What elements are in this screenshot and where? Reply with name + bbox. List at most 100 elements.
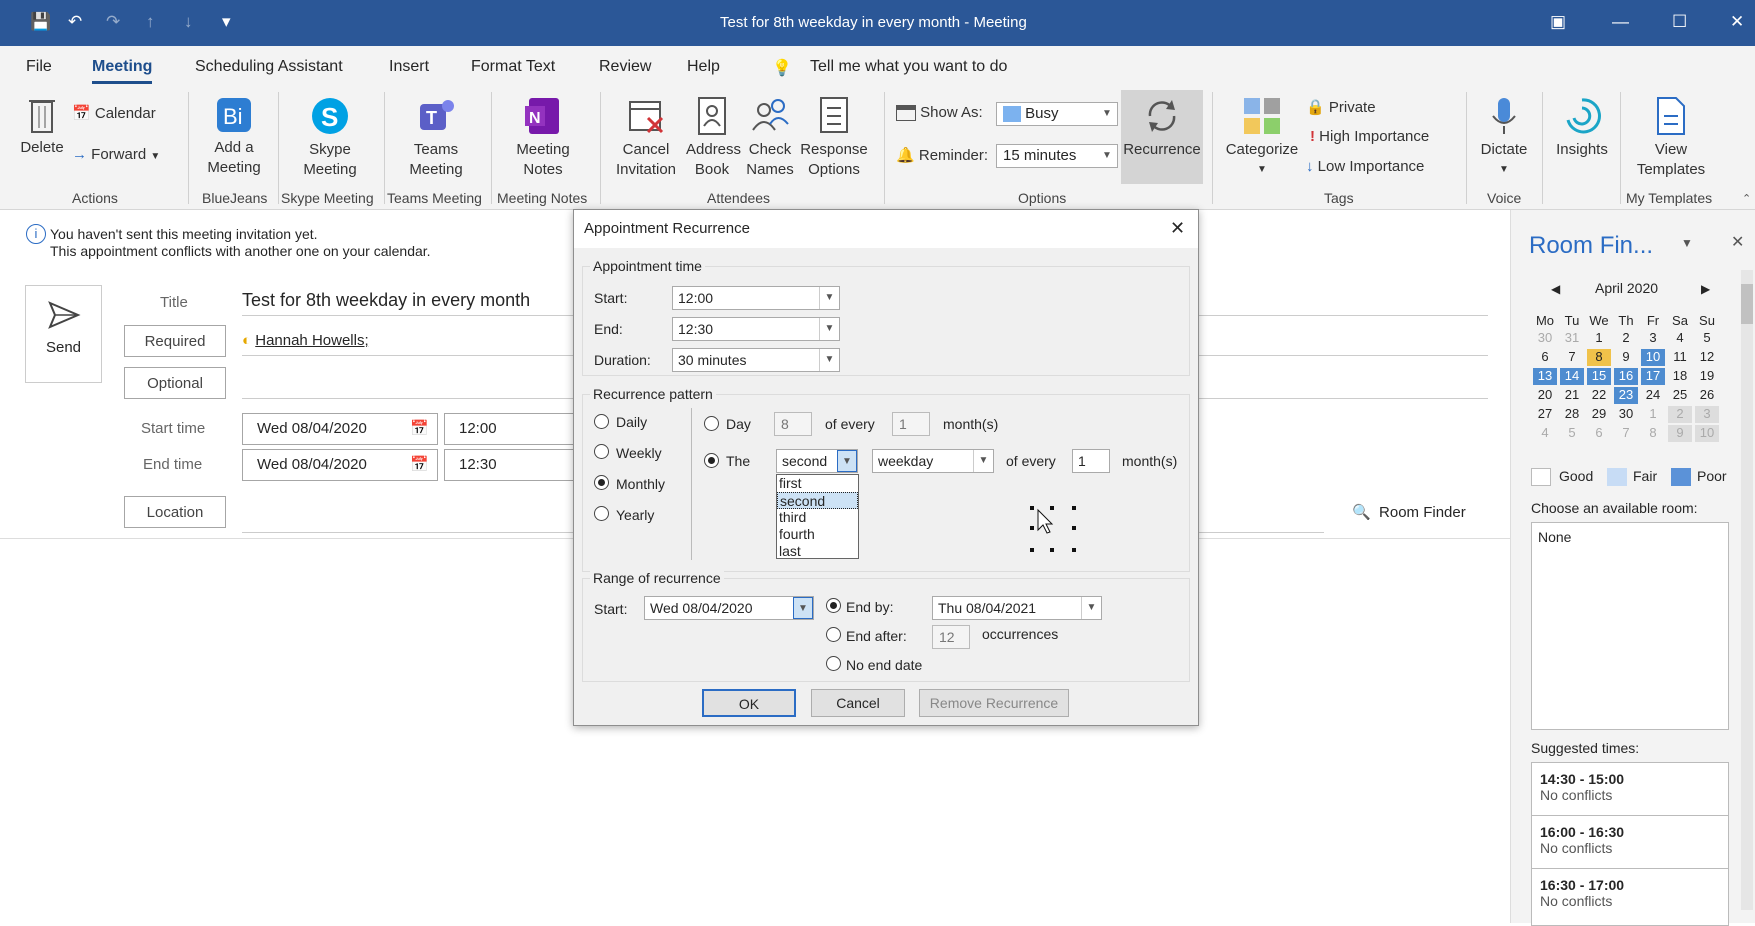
ordinal-select[interactable]: second ▼: [776, 449, 858, 473]
calendar-day[interactable]: 5: [1695, 330, 1719, 347]
up-icon[interactable]: ↑: [146, 12, 155, 32]
save-icon[interactable]: 💾: [30, 12, 51, 32]
chevron-down-icon[interactable]: ▼: [1081, 597, 1101, 619]
undo-icon[interactable]: ↶: [68, 12, 82, 32]
recurrence-button[interactable]: Recurrence: [1121, 90, 1203, 184]
room-list[interactable]: None: [1531, 522, 1729, 730]
calendar-day[interactable]: 4: [1668, 330, 1692, 347]
ribbon-display-icon[interactable]: ▣: [1550, 12, 1566, 32]
start-date-field[interactable]: Wed 08/04/2020 📅: [242, 413, 438, 445]
calendar-day[interactable]: 16: [1614, 368, 1638, 385]
calendar-day[interactable]: 8: [1641, 425, 1665, 442]
reminder-select[interactable]: 15 minutes ▼: [996, 144, 1118, 168]
end-time-combo[interactable]: 12:30 ▼: [672, 317, 840, 341]
forward-button[interactable]: → Forward ▼: [72, 146, 160, 163]
minimize-icon[interactable]: —: [1612, 12, 1629, 32]
ok-button[interactable]: OK: [702, 689, 796, 717]
end-by-combo[interactable]: Thu 08/04/2021 ▼: [932, 596, 1102, 620]
monthly-radio[interactable]: [594, 475, 609, 490]
calendar-day[interactable]: 28: [1560, 406, 1584, 423]
no-end-radio[interactable]: [826, 656, 841, 671]
calendar-day[interactable]: 10: [1641, 349, 1665, 366]
weekday-select[interactable]: weekday ▼: [872, 449, 994, 473]
response-options-button[interactable]: Response Options: [798, 96, 870, 180]
calendar-day[interactable]: 6: [1587, 425, 1611, 442]
calendar-button[interactable]: 📅 Calendar: [72, 104, 156, 122]
every-month-field[interactable]: 1: [892, 412, 930, 436]
collapse-ribbon-icon[interactable]: ⌃: [1742, 192, 1751, 205]
calendar-day[interactable]: 23: [1614, 387, 1638, 404]
ordinal-option-selected[interactable]: second: [777, 492, 858, 509]
ordinal-option[interactable]: third: [777, 509, 858, 526]
insights-button[interactable]: Insights: [1550, 96, 1614, 160]
start-time-combo[interactable]: 12:00 ▼: [672, 286, 840, 310]
skype-meeting-button[interactable]: S Skype Meeting: [288, 96, 372, 180]
optional-button[interactable]: Optional: [124, 367, 226, 399]
calendar-day[interactable]: 17: [1641, 368, 1665, 385]
calendar-day[interactable]: 2: [1614, 330, 1638, 347]
menu-format-text[interactable]: Format Text: [471, 58, 555, 76]
maximize-icon[interactable]: ☐: [1672, 12, 1687, 32]
tell-me-search[interactable]: Tell me what you want to do: [810, 58, 1007, 76]
occurrences-field[interactable]: 12: [932, 625, 970, 649]
dictate-button[interactable]: Dictate ▼: [1474, 96, 1534, 180]
calendar-day[interactable]: 1: [1587, 330, 1611, 347]
calendar-icon[interactable]: 📅: [410, 455, 429, 473]
next-month-icon[interactable]: ▶: [1701, 282, 1710, 296]
delete-button[interactable]: Delete: [18, 96, 66, 158]
ordinal-option[interactable]: fourth: [777, 526, 858, 543]
chevron-down-icon[interactable]: ▼: [819, 287, 839, 309]
end-time-field[interactable]: 12:30: [444, 449, 574, 481]
menu-scheduling-assistant[interactable]: Scheduling Assistant: [195, 58, 343, 76]
teams-meeting-button[interactable]: T Teams Meeting: [394, 96, 478, 180]
calendar-day[interactable]: 30: [1614, 406, 1638, 423]
attendee-list[interactable]: ◐ Hannah Howells;: [242, 332, 369, 349]
calendar-day[interactable]: 9: [1668, 425, 1692, 442]
ordinal-option[interactable]: last: [777, 543, 858, 560]
calendar-day[interactable]: 25: [1668, 387, 1692, 404]
prev-month-icon[interactable]: ◀: [1551, 282, 1560, 296]
calendar-day[interactable]: 15: [1587, 368, 1611, 385]
ordinal-option[interactable]: first: [777, 475, 858, 492]
menu-help[interactable]: Help: [687, 58, 720, 76]
show-as-select[interactable]: Busy ▼: [996, 102, 1118, 126]
calendar-day[interactable]: 29: [1587, 406, 1611, 423]
day-number-field[interactable]: 8: [774, 412, 812, 436]
calendar-day[interactable]: 31: [1560, 330, 1584, 347]
chevron-down-icon[interactable]: ▼: [793, 597, 813, 619]
the-radio[interactable]: [704, 453, 719, 468]
weekly-radio[interactable]: [594, 444, 609, 459]
calendar-day[interactable]: 10: [1695, 425, 1719, 442]
menu-review[interactable]: Review: [599, 58, 651, 76]
chevron-down-icon[interactable]: ▼: [1681, 236, 1693, 250]
calendar-day[interactable]: 27: [1533, 406, 1557, 423]
add-meeting-button[interactable]: Bi Add a Meeting: [196, 96, 272, 178]
room-none[interactable]: None: [1538, 529, 1571, 545]
private-button[interactable]: 🔒 Private: [1306, 98, 1376, 116]
calendar-day[interactable]: 26: [1695, 387, 1719, 404]
address-book-button[interactable]: Address Book: [686, 96, 741, 180]
calendar-day[interactable]: 9: [1614, 349, 1638, 366]
calendar-day[interactable]: 3: [1695, 406, 1719, 423]
calendar-day[interactable]: 11: [1668, 349, 1692, 366]
close-pane-icon[interactable]: ✕: [1731, 232, 1744, 252]
end-by-radio[interactable]: [826, 598, 841, 613]
scrollbar-thumb[interactable]: [1741, 284, 1753, 324]
attendee-name[interactable]: Hannah Howells;: [255, 332, 368, 349]
calendar-day[interactable]: 13: [1533, 368, 1557, 385]
calendar-day[interactable]: 2: [1668, 406, 1692, 423]
suggested-time[interactable]: 16:00 - 16:30 No conflicts: [1531, 815, 1729, 873]
calendar-day[interactable]: 12: [1695, 349, 1719, 366]
categorize-button[interactable]: Categorize ▼: [1222, 96, 1302, 180]
meeting-notes-button[interactable]: N Meeting Notes: [501, 96, 585, 180]
required-button[interactable]: Required: [124, 325, 226, 357]
calendar-day[interactable]: 3: [1641, 330, 1665, 347]
calendar-day[interactable]: 18: [1668, 368, 1692, 385]
calendar-day[interactable]: 30: [1533, 330, 1557, 347]
calendar-day[interactable]: 7: [1614, 425, 1638, 442]
calendar-day[interactable]: 19: [1695, 368, 1719, 385]
calendar-day[interactable]: 24: [1641, 387, 1665, 404]
cancel-button[interactable]: Cancel: [811, 689, 905, 717]
location-button[interactable]: Location: [124, 496, 226, 528]
menu-meeting[interactable]: Meeting: [92, 58, 153, 84]
